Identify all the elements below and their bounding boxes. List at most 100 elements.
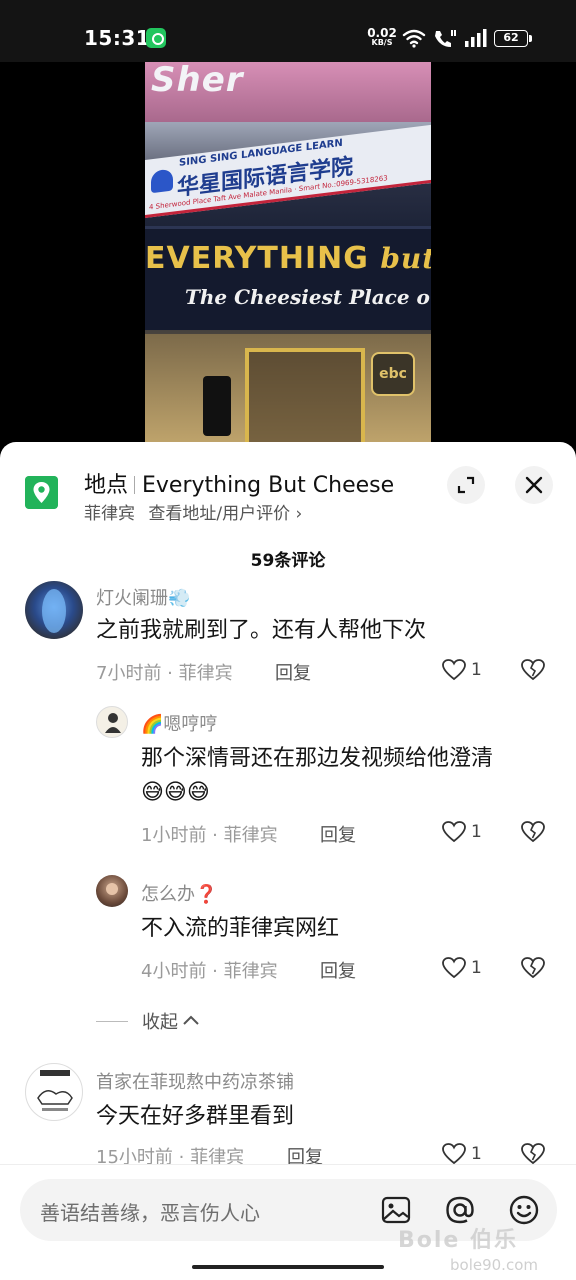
video-player[interactable]: Sher SING SING LANGUAGE LEARN 华星国际语言学院 4…	[0, 62, 576, 452]
comment-username[interactable]: 🌈嗯哼哼	[141, 710, 217, 736]
storefront-top-sign-text: Sher	[151, 62, 244, 100]
heart-icon	[442, 821, 466, 843]
status-time: 15:31	[84, 26, 151, 50]
comment-meta: 4小时前 · 菲律宾	[141, 961, 278, 982]
collapse-label: 收起	[142, 1012, 178, 1033]
chevron-right-icon: ›	[295, 504, 303, 524]
comment-time: 7小时前	[96, 663, 162, 684]
comment-meta: 1小时前 · 菲律宾	[141, 825, 278, 846]
battery-level: 62	[503, 31, 519, 44]
like-count: 1	[471, 958, 482, 978]
heart-icon	[442, 957, 466, 979]
broken-heart-icon	[521, 1143, 545, 1165]
close-button[interactable]	[515, 466, 553, 504]
comments-sheet: 地点 Everything But Cheese 菲律宾 查看地址/用户评价 › …	[0, 442, 576, 1280]
status-icons	[402, 26, 488, 50]
watermark-line2: bole90.com	[450, 1256, 538, 1274]
comment-time: 4小时前	[141, 961, 207, 982]
video-frame: Sher SING SING LANGUAGE LEARN 华星国际语言学院 4…	[145, 62, 431, 452]
comment-location: 菲律宾	[223, 961, 278, 982]
view-address-reviews-link[interactable]: 查看地址/用户评价 ›	[148, 504, 302, 524]
comment-location: 菲律宾	[223, 825, 278, 846]
place-country: 菲律宾	[84, 504, 135, 524]
collapse-replies-button[interactable]: 收起	[96, 1008, 200, 1034]
avatar[interactable]	[96, 706, 128, 738]
comment-username[interactable]: 首家在菲现熬中药凉茶铺	[96, 1068, 294, 1094]
watermark: Bole 伯乐 bole90.com	[398, 1222, 576, 1280]
dislike-button[interactable]	[520, 658, 546, 686]
network-speed: 0.02 KB/S	[366, 26, 398, 48]
reply-button[interactable]: 回复	[275, 659, 311, 685]
comment-text: 今天在好多群里看到	[96, 1104, 295, 1129]
avatar[interactable]	[25, 581, 83, 639]
comment-item: 首家在菲现熬中药凉茶铺 今天在好多群里看到 15小时前 · 菲律宾 回复 1	[0, 1062, 576, 1172]
comment-meta: 7小时前 · 菲律宾	[96, 663, 233, 684]
title-divider	[134, 476, 136, 494]
ebc-sign-line2: The Cheesiest Place on E	[185, 285, 431, 309]
comment-text: 那个深情哥还在那边发视频给他澄清 😅😅😅	[141, 746, 494, 805]
comment-count: 59条评论	[250, 551, 326, 571]
place-label: 地点	[84, 473, 129, 498]
location-pin-icon	[25, 476, 58, 509]
comment-emoji: 😅😅😅	[141, 780, 210, 805]
wifi-icon	[402, 29, 426, 48]
place-header[interactable]: 地点 Everything But Cheese 菲律宾 查看地址/用户评价 ›	[0, 442, 576, 538]
avatar-image	[42, 589, 66, 633]
like-count: 1	[471, 1144, 482, 1164]
comment-text: 之前我就刷到了。还有人帮他下次	[96, 618, 427, 643]
like-button[interactable]: 1	[441, 956, 482, 980]
like-count: 1	[471, 660, 482, 680]
ebc-store-sign: EVERYTHING but C The Cheesiest Place on …	[145, 226, 431, 330]
reply-item: 怎么办❓ 不入流的菲律宾网红 4小时前 · 菲律宾 回复 1	[0, 874, 576, 984]
heart-icon	[442, 659, 466, 681]
ebc-mascot-logo: ebc	[371, 352, 415, 396]
storefront-top-sign: Sher	[145, 62, 431, 122]
chevron-up-icon	[183, 1015, 199, 1025]
comment-item: 灯火阑珊💨 之前我就刷到了。还有人帮他下次 7小时前 · 菲律宾 回复 1	[0, 578, 576, 694]
avatar-image	[37, 1070, 73, 1111]
street-lamp	[203, 376, 231, 436]
place-title: 地点 Everything But Cheese	[84, 467, 394, 499]
store-entrance: ebc	[145, 334, 431, 452]
dislike-button[interactable]	[520, 956, 546, 984]
like-button[interactable]: 1	[441, 658, 482, 682]
ebc-sign-line1: EVERYTHING but C	[145, 241, 431, 276]
place-name: Everything But Cheese	[142, 473, 395, 498]
close-icon	[525, 476, 543, 494]
reply-item: 🌈嗯哼哼 那个深情哥还在那边发视频给他澄清 😅😅😅 1小时前 · 菲律宾 回复 1	[0, 704, 576, 847]
place-subtitle: 菲律宾 查看地址/用户评价 ›	[84, 499, 302, 524]
avatar-image	[106, 883, 118, 895]
broken-heart-icon	[521, 821, 545, 843]
comment-username[interactable]: 灯火阑珊💨	[96, 584, 190, 610]
network-speed-value: 0.02	[367, 26, 397, 40]
school-logo-icon	[151, 168, 173, 194]
status-bar: 15:31 0.02 KB/S 62	[0, 0, 576, 62]
avatar-image	[105, 713, 121, 733]
broken-heart-icon	[521, 957, 545, 979]
broken-heart-icon	[521, 659, 545, 681]
collapse-divider	[96, 1020, 128, 1022]
signal-icon	[465, 29, 487, 47]
reply-button[interactable]: 回复	[320, 957, 356, 983]
comment-username[interactable]: 怎么办❓	[141, 880, 217, 906]
home-indicator[interactable]	[192, 1265, 384, 1269]
comment-location: 菲律宾	[178, 663, 233, 684]
watermark-line1: Bole 伯乐	[398, 1228, 519, 1253]
hd-call-icon	[435, 30, 456, 47]
like-count: 1	[471, 822, 482, 842]
like-button[interactable]: 1	[441, 1142, 482, 1166]
dislike-button[interactable]	[520, 820, 546, 848]
glass-door	[245, 348, 365, 452]
expand-icon	[457, 476, 475, 494]
app-notification-icon	[146, 28, 166, 48]
heart-icon	[442, 1143, 466, 1165]
comment-input-placeholder: 善语结善缘，恶言伤人心	[40, 1201, 260, 1225]
avatar[interactable]	[25, 1063, 83, 1121]
avatar[interactable]	[96, 875, 128, 907]
expand-button[interactable]	[447, 466, 485, 504]
reply-button[interactable]: 回复	[320, 821, 356, 847]
like-button[interactable]: 1	[441, 820, 482, 844]
comment-time: 1小时前	[141, 825, 207, 846]
comment-text: 不入流的菲律宾网红	[141, 916, 340, 941]
battery-icon: 62	[494, 30, 532, 47]
